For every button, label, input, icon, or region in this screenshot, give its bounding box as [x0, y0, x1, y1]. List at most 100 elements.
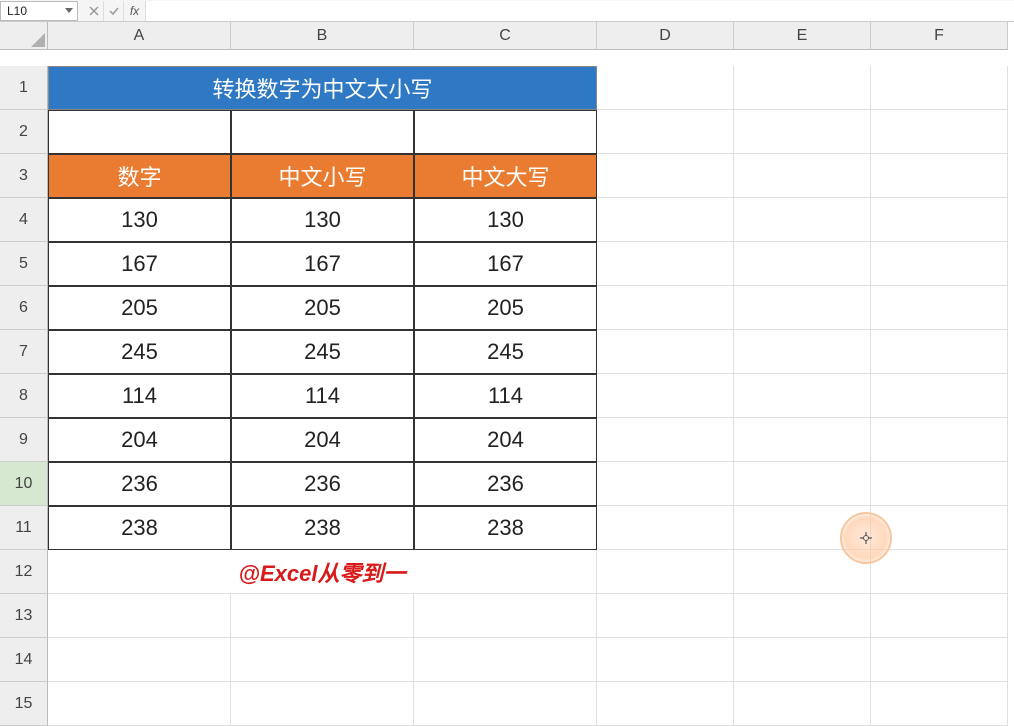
col-header-D[interactable]: D	[597, 22, 734, 50]
cell-B14[interactable]	[231, 638, 414, 682]
cell-C13[interactable]	[414, 594, 597, 638]
row-header-3[interactable]: 3	[0, 154, 48, 198]
cell-C9[interactable]: 204	[414, 418, 597, 462]
cell-F8[interactable]	[871, 374, 1008, 418]
cell-D11[interactable]	[597, 506, 734, 550]
cell-A4[interactable]: 130	[48, 198, 231, 242]
cell-B5[interactable]: 167	[231, 242, 414, 286]
cell-A13[interactable]	[48, 594, 231, 638]
col-header-B[interactable]: B	[231, 22, 414, 50]
cell-D1[interactable]	[597, 66, 734, 110]
cell-E6[interactable]	[734, 286, 871, 330]
cell-E9[interactable]	[734, 418, 871, 462]
row-header-1[interactable]: 1	[0, 66, 48, 110]
col-header-C[interactable]: C	[414, 22, 597, 50]
row-header-7[interactable]: 7	[0, 330, 48, 374]
name-box[interactable]: L10	[0, 1, 78, 21]
title-cell[interactable]: 转换数字为中文大小写	[48, 66, 597, 110]
row-header-6[interactable]: 6	[0, 286, 48, 330]
cell-F6[interactable]	[871, 286, 1008, 330]
cell-B9[interactable]: 204	[231, 418, 414, 462]
cell-A11[interactable]: 238	[48, 506, 231, 550]
cell-F10[interactable]	[871, 462, 1008, 506]
cancel-formula-button[interactable]	[84, 1, 104, 21]
cell-E7[interactable]	[734, 330, 871, 374]
row-header-2[interactable]: 2	[0, 110, 48, 154]
row-header-10[interactable]: 10	[0, 462, 48, 506]
row-header-9[interactable]: 9	[0, 418, 48, 462]
cell-A10[interactable]: 236	[48, 462, 231, 506]
cell-C7[interactable]: 245	[414, 330, 597, 374]
cell-E2[interactable]	[734, 110, 871, 154]
cell-E1[interactable]	[734, 66, 871, 110]
cell-F2[interactable]	[871, 110, 1008, 154]
cell-B15[interactable]	[231, 682, 414, 726]
cell-F13[interactable]	[871, 594, 1008, 638]
cell-A5[interactable]: 167	[48, 242, 231, 286]
cell-F12[interactable]	[871, 550, 1008, 594]
cell-B11[interactable]: 238	[231, 506, 414, 550]
cell-E8[interactable]	[734, 374, 871, 418]
cell-D12[interactable]	[597, 550, 734, 594]
cell-D7[interactable]	[597, 330, 734, 374]
cell-A14[interactable]	[48, 638, 231, 682]
fx-button[interactable]: fx	[124, 1, 146, 21]
row-header-5[interactable]: 5	[0, 242, 48, 286]
cell-C15[interactable]	[414, 682, 597, 726]
col-header-F[interactable]: F	[871, 22, 1008, 50]
cell-F3[interactable]	[871, 154, 1008, 198]
row-header-8[interactable]: 8	[0, 374, 48, 418]
cell-B13[interactable]	[231, 594, 414, 638]
cell-F11[interactable]	[871, 506, 1008, 550]
table-header-lowercase[interactable]: 中文小写	[231, 154, 414, 198]
cell-A9[interactable]: 204	[48, 418, 231, 462]
col-header-A[interactable]: A	[48, 22, 231, 50]
cell-A6[interactable]: 205	[48, 286, 231, 330]
col-header-E[interactable]: E	[734, 22, 871, 50]
cell-D4[interactable]	[597, 198, 734, 242]
cell-A15[interactable]	[48, 682, 231, 726]
cell-E5[interactable]	[734, 242, 871, 286]
cell-A7[interactable]: 245	[48, 330, 231, 374]
cell-D8[interactable]	[597, 374, 734, 418]
cell-D15[interactable]	[597, 682, 734, 726]
cell-D3[interactable]	[597, 154, 734, 198]
row-header-15[interactable]: 15	[0, 682, 48, 726]
cell-C14[interactable]	[414, 638, 597, 682]
cell-E15[interactable]	[734, 682, 871, 726]
cell-E3[interactable]	[734, 154, 871, 198]
select-all-corner[interactable]	[0, 22, 48, 50]
cell-F14[interactable]	[871, 638, 1008, 682]
row-header-4[interactable]: 4	[0, 198, 48, 242]
cell-C5[interactable]: 167	[414, 242, 597, 286]
cell-D10[interactable]	[597, 462, 734, 506]
spreadsheet-grid[interactable]: A B C D E F 1 转换数字为中文大小写 2 3 数字 中文小写 中文大…	[0, 22, 1014, 726]
cell-C8[interactable]: 114	[414, 374, 597, 418]
table-header-number[interactable]: 数字	[48, 154, 231, 198]
row-header-12[interactable]: 12	[0, 550, 48, 594]
cell-D2[interactable]	[597, 110, 734, 154]
cell-D5[interactable]	[597, 242, 734, 286]
cell-B7[interactable]: 245	[231, 330, 414, 374]
cell-F15[interactable]	[871, 682, 1008, 726]
table-header-uppercase[interactable]: 中文大写	[414, 154, 597, 198]
cell-D14[interactable]	[597, 638, 734, 682]
cell-B4[interactable]: 130	[231, 198, 414, 242]
cell-E14[interactable]	[734, 638, 871, 682]
cell-C4[interactable]: 130	[414, 198, 597, 242]
cell-D13[interactable]	[597, 594, 734, 638]
cell-F1[interactable]	[871, 66, 1008, 110]
cell-F5[interactable]	[871, 242, 1008, 286]
cell-C6[interactable]: 205	[414, 286, 597, 330]
cell-C11[interactable]: 238	[414, 506, 597, 550]
row-header-11[interactable]: 11	[0, 506, 48, 550]
cell-A8[interactable]: 114	[48, 374, 231, 418]
cell-F9[interactable]	[871, 418, 1008, 462]
enter-formula-button[interactable]	[104, 1, 124, 21]
row-header-13[interactable]: 13	[0, 594, 48, 638]
cell-F4[interactable]	[871, 198, 1008, 242]
cell-E4[interactable]	[734, 198, 871, 242]
cell-B10[interactable]: 236	[231, 462, 414, 506]
row-header-14[interactable]: 14	[0, 638, 48, 682]
cell-E10[interactable]	[734, 462, 871, 506]
